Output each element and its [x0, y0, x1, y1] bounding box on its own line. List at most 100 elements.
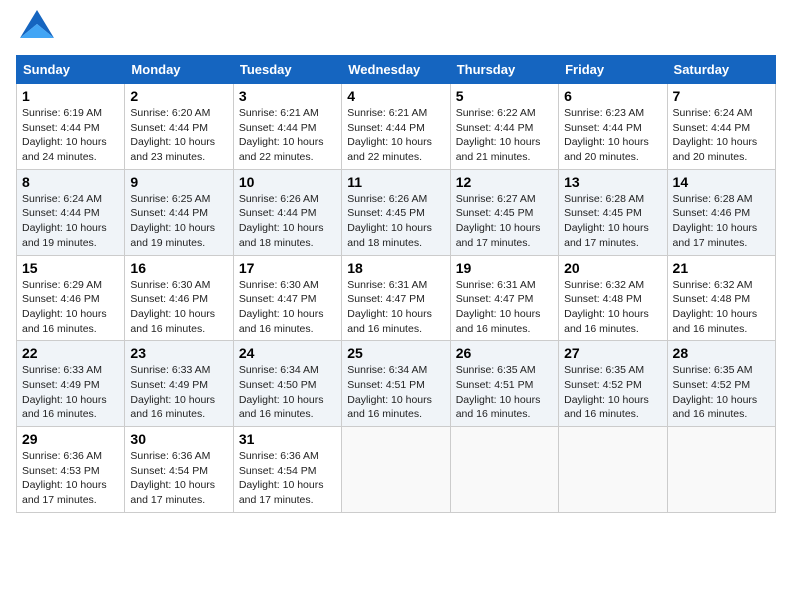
calendar-day-cell [667, 427, 775, 513]
day-number: 13 [564, 174, 661, 190]
calendar-day-cell: 25 Sunrise: 6:34 AM Sunset: 4:51 PM Dayl… [342, 341, 450, 427]
calendar-header-row: SundayMondayTuesdayWednesdayThursdayFrid… [17, 56, 776, 84]
calendar-day-cell: 28 Sunrise: 6:35 AM Sunset: 4:52 PM Dayl… [667, 341, 775, 427]
day-info: Sunrise: 6:26 AM Sunset: 4:45 PM Dayligh… [347, 192, 444, 251]
calendar-day-cell: 15 Sunrise: 6:29 AM Sunset: 4:46 PM Dayl… [17, 255, 125, 341]
calendar-day-cell: 13 Sunrise: 6:28 AM Sunset: 4:45 PM Dayl… [559, 169, 667, 255]
logo [16, 16, 54, 43]
calendar-day-cell: 16 Sunrise: 6:30 AM Sunset: 4:46 PM Dayl… [125, 255, 233, 341]
day-number: 20 [564, 260, 661, 276]
day-info: Sunrise: 6:30 AM Sunset: 4:47 PM Dayligh… [239, 278, 336, 337]
calendar-day-cell: 27 Sunrise: 6:35 AM Sunset: 4:52 PM Dayl… [559, 341, 667, 427]
day-number: 16 [130, 260, 227, 276]
day-number: 28 [673, 345, 770, 361]
calendar-day-cell: 1 Sunrise: 6:19 AM Sunset: 4:44 PM Dayli… [17, 84, 125, 170]
day-number: 10 [239, 174, 336, 190]
calendar-day-cell: 11 Sunrise: 6:26 AM Sunset: 4:45 PM Dayl… [342, 169, 450, 255]
day-number: 22 [22, 345, 119, 361]
day-number: 4 [347, 88, 444, 104]
day-info: Sunrise: 6:28 AM Sunset: 4:46 PM Dayligh… [673, 192, 770, 251]
day-number: 14 [673, 174, 770, 190]
calendar-week-row: 22 Sunrise: 6:33 AM Sunset: 4:49 PM Dayl… [17, 341, 776, 427]
day-of-week-header: Monday [125, 56, 233, 84]
day-number: 1 [22, 88, 119, 104]
day-number: 15 [22, 260, 119, 276]
day-number: 25 [347, 345, 444, 361]
day-info: Sunrise: 6:19 AM Sunset: 4:44 PM Dayligh… [22, 106, 119, 165]
day-number: 30 [130, 431, 227, 447]
day-number: 7 [673, 88, 770, 104]
day-info: Sunrise: 6:27 AM Sunset: 4:45 PM Dayligh… [456, 192, 553, 251]
day-info: Sunrise: 6:29 AM Sunset: 4:46 PM Dayligh… [22, 278, 119, 337]
day-info: Sunrise: 6:23 AM Sunset: 4:44 PM Dayligh… [564, 106, 661, 165]
calendar-day-cell: 19 Sunrise: 6:31 AM Sunset: 4:47 PM Dayl… [450, 255, 558, 341]
calendar-week-row: 1 Sunrise: 6:19 AM Sunset: 4:44 PM Dayli… [17, 84, 776, 170]
calendar-week-row: 15 Sunrise: 6:29 AM Sunset: 4:46 PM Dayl… [17, 255, 776, 341]
day-of-week-header: Saturday [667, 56, 775, 84]
calendar-day-cell: 17 Sunrise: 6:30 AM Sunset: 4:47 PM Dayl… [233, 255, 341, 341]
calendar-day-cell: 10 Sunrise: 6:26 AM Sunset: 4:44 PM Dayl… [233, 169, 341, 255]
day-of-week-header: Tuesday [233, 56, 341, 84]
day-number: 11 [347, 174, 444, 190]
calendar-day-cell: 8 Sunrise: 6:24 AM Sunset: 4:44 PM Dayli… [17, 169, 125, 255]
day-info: Sunrise: 6:31 AM Sunset: 4:47 PM Dayligh… [456, 278, 553, 337]
day-info: Sunrise: 6:36 AM Sunset: 4:54 PM Dayligh… [130, 449, 227, 508]
calendar-day-cell: 20 Sunrise: 6:32 AM Sunset: 4:48 PM Dayl… [559, 255, 667, 341]
day-info: Sunrise: 6:20 AM Sunset: 4:44 PM Dayligh… [130, 106, 227, 165]
day-of-week-header: Friday [559, 56, 667, 84]
day-number: 2 [130, 88, 227, 104]
day-info: Sunrise: 6:33 AM Sunset: 4:49 PM Dayligh… [22, 363, 119, 422]
calendar-day-cell: 30 Sunrise: 6:36 AM Sunset: 4:54 PM Dayl… [125, 427, 233, 513]
calendar-day-cell: 9 Sunrise: 6:25 AM Sunset: 4:44 PM Dayli… [125, 169, 233, 255]
day-number: 8 [22, 174, 119, 190]
calendar-day-cell: 21 Sunrise: 6:32 AM Sunset: 4:48 PM Dayl… [667, 255, 775, 341]
day-info: Sunrise: 6:31 AM Sunset: 4:47 PM Dayligh… [347, 278, 444, 337]
day-of-week-header: Thursday [450, 56, 558, 84]
day-number: 18 [347, 260, 444, 276]
day-info: Sunrise: 6:21 AM Sunset: 4:44 PM Dayligh… [347, 106, 444, 165]
day-info: Sunrise: 6:36 AM Sunset: 4:54 PM Dayligh… [239, 449, 336, 508]
calendar-day-cell [342, 427, 450, 513]
calendar-day-cell: 31 Sunrise: 6:36 AM Sunset: 4:54 PM Dayl… [233, 427, 341, 513]
calendar-day-cell: 5 Sunrise: 6:22 AM Sunset: 4:44 PM Dayli… [450, 84, 558, 170]
calendar-day-cell: 23 Sunrise: 6:33 AM Sunset: 4:49 PM Dayl… [125, 341, 233, 427]
day-info: Sunrise: 6:28 AM Sunset: 4:45 PM Dayligh… [564, 192, 661, 251]
calendar-day-cell: 24 Sunrise: 6:34 AM Sunset: 4:50 PM Dayl… [233, 341, 341, 427]
day-info: Sunrise: 6:24 AM Sunset: 4:44 PM Dayligh… [22, 192, 119, 251]
calendar-day-cell: 4 Sunrise: 6:21 AM Sunset: 4:44 PM Dayli… [342, 84, 450, 170]
day-info: Sunrise: 6:35 AM Sunset: 4:51 PM Dayligh… [456, 363, 553, 422]
day-info: Sunrise: 6:22 AM Sunset: 4:44 PM Dayligh… [456, 106, 553, 165]
day-number: 6 [564, 88, 661, 104]
day-info: Sunrise: 6:36 AM Sunset: 4:53 PM Dayligh… [22, 449, 119, 508]
day-info: Sunrise: 6:24 AM Sunset: 4:44 PM Dayligh… [673, 106, 770, 165]
calendar-day-cell: 29 Sunrise: 6:36 AM Sunset: 4:53 PM Dayl… [17, 427, 125, 513]
day-info: Sunrise: 6:34 AM Sunset: 4:51 PM Dayligh… [347, 363, 444, 422]
calendar-day-cell: 18 Sunrise: 6:31 AM Sunset: 4:47 PM Dayl… [342, 255, 450, 341]
day-number: 24 [239, 345, 336, 361]
day-info: Sunrise: 6:26 AM Sunset: 4:44 PM Dayligh… [239, 192, 336, 251]
day-info: Sunrise: 6:30 AM Sunset: 4:46 PM Dayligh… [130, 278, 227, 337]
calendar-day-cell: 22 Sunrise: 6:33 AM Sunset: 4:49 PM Dayl… [17, 341, 125, 427]
day-number: 17 [239, 260, 336, 276]
day-number: 29 [22, 431, 119, 447]
page-header [16, 16, 776, 43]
calendar-week-row: 29 Sunrise: 6:36 AM Sunset: 4:53 PM Dayl… [17, 427, 776, 513]
day-number: 19 [456, 260, 553, 276]
calendar-day-cell: 7 Sunrise: 6:24 AM Sunset: 4:44 PM Dayli… [667, 84, 775, 170]
day-number: 23 [130, 345, 227, 361]
day-number: 12 [456, 174, 553, 190]
calendar-day-cell [450, 427, 558, 513]
calendar-table: SundayMondayTuesdayWednesdayThursdayFrid… [16, 55, 776, 513]
day-info: Sunrise: 6:32 AM Sunset: 4:48 PM Dayligh… [673, 278, 770, 337]
calendar-day-cell: 6 Sunrise: 6:23 AM Sunset: 4:44 PM Dayli… [559, 84, 667, 170]
calendar-day-cell [559, 427, 667, 513]
day-number: 5 [456, 88, 553, 104]
day-of-week-header: Sunday [17, 56, 125, 84]
day-info: Sunrise: 6:34 AM Sunset: 4:50 PM Dayligh… [239, 363, 336, 422]
day-info: Sunrise: 6:35 AM Sunset: 4:52 PM Dayligh… [564, 363, 661, 422]
day-number: 26 [456, 345, 553, 361]
calendar-day-cell: 26 Sunrise: 6:35 AM Sunset: 4:51 PM Dayl… [450, 341, 558, 427]
day-number: 21 [673, 260, 770, 276]
day-of-week-header: Wednesday [342, 56, 450, 84]
calendar-day-cell: 12 Sunrise: 6:27 AM Sunset: 4:45 PM Dayl… [450, 169, 558, 255]
